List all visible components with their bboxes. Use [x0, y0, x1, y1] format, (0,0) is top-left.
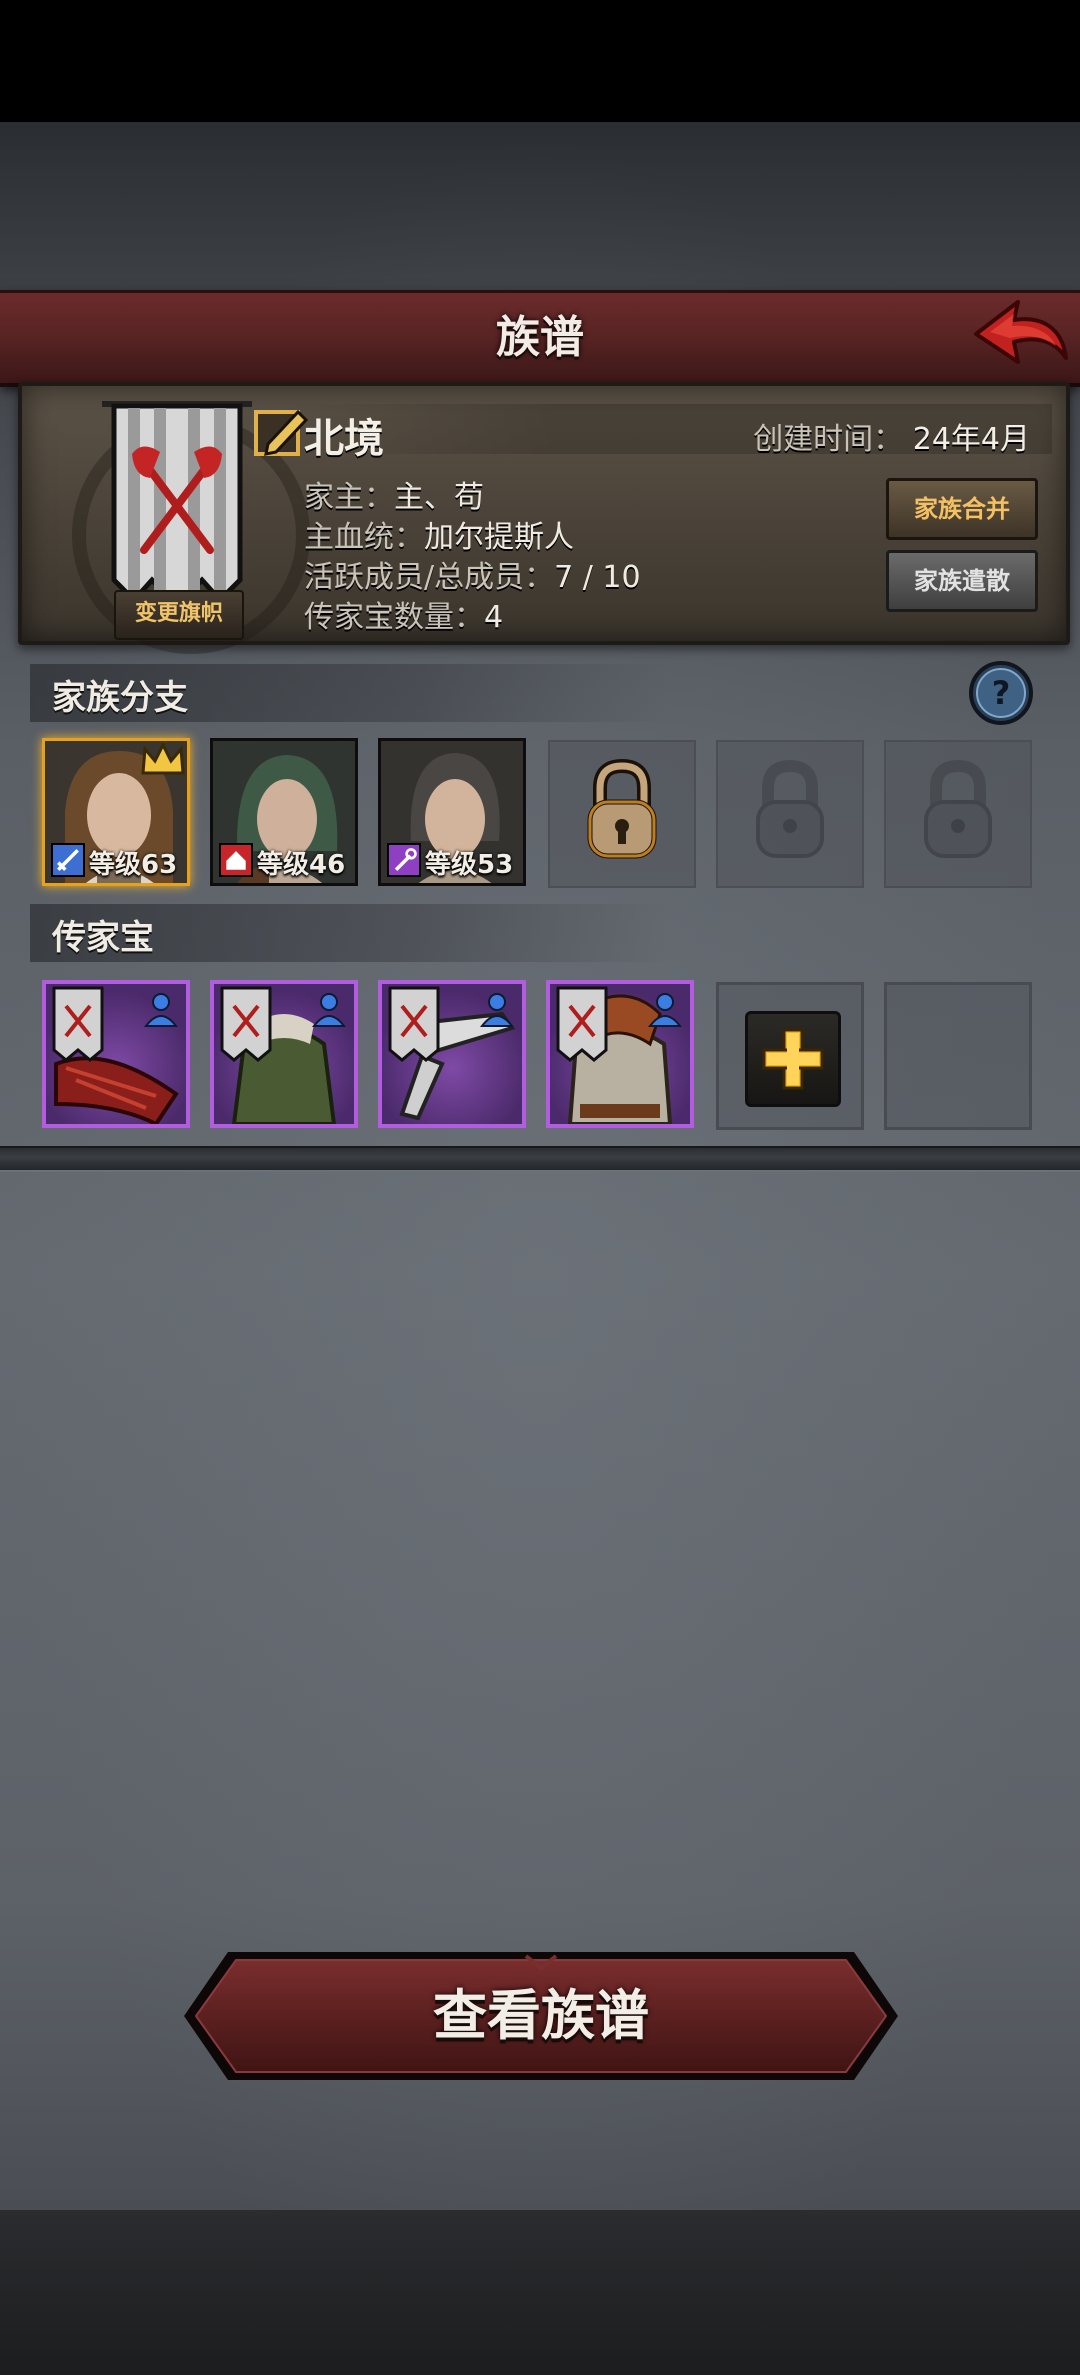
family-banner-mini-icon: [388, 986, 440, 1062]
created-label: 创建时间：: [753, 422, 904, 457]
heirloom-slot-3[interactable]: [378, 980, 526, 1128]
padlock-icon: [924, 759, 992, 858]
page-title: 族谱: [496, 312, 584, 363]
members-line: 活跃成员/总成员：7 / 10: [304, 552, 641, 596]
member-level-2: 等级46: [257, 850, 346, 880]
family-banner-icon[interactable]: [102, 400, 252, 615]
locked-slot-1[interactable]: [548, 740, 696, 888]
member-level-3: 等级53: [425, 850, 514, 880]
disband-family-button[interactable]: 家族遣散: [886, 550, 1038, 612]
family-banner-mini-icon: [556, 986, 608, 1062]
bottom-bar-area: [0, 2210, 1080, 2375]
person-icon: [143, 993, 179, 1027]
heirloom-slot-2[interactable]: [210, 980, 358, 1128]
crown-icon: [141, 743, 185, 775]
members-value: 7 / 10: [554, 560, 641, 595]
branches-title: 家族分支: [52, 678, 188, 718]
heirloom-slot-1[interactable]: [42, 980, 190, 1128]
member-slot-3[interactable]: 等级53: [378, 738, 526, 886]
family-head-value: 主、苟: [394, 480, 484, 515]
created-time: 创建时间： 24年4月: [753, 414, 1030, 458]
locked-slot-2: [716, 740, 864, 888]
family-banner-mini-icon: [220, 986, 272, 1062]
svg-text:?: ?: [992, 674, 1011, 712]
locked-slot-3: [884, 740, 1032, 888]
merge-family-button[interactable]: 家族合并: [886, 478, 1038, 540]
padlock-icon: [587, 758, 657, 859]
member-slot-2[interactable]: 等级46: [210, 738, 358, 886]
empty-heirloom-slot: [884, 982, 1032, 1130]
heirloom-count-value: 4: [484, 600, 504, 635]
title-bar: 族谱: [0, 290, 1080, 387]
member-level-1: 等级63: [89, 850, 178, 880]
plus-icon: [762, 1028, 824, 1090]
status-bar-area: [0, 0, 1080, 122]
house-icon: [219, 843, 253, 877]
bloodline-line: 主血统：加尔提斯人: [304, 512, 574, 556]
person-icon: [311, 993, 347, 1027]
heirloom-count-label: 传家宝数量：: [304, 600, 484, 635]
edit-name-icon[interactable]: [252, 404, 310, 462]
view-tree-label: 查看族谱: [433, 1984, 649, 2047]
heirlooms-title: 传家宝: [52, 918, 154, 958]
branches-header: 家族分支: [30, 664, 670, 722]
add-heirloom-slot[interactable]: [716, 982, 864, 1130]
padlock-icon: [756, 759, 824, 858]
bloodline-value: 加尔提斯人: [424, 520, 574, 555]
family-banner-mini-icon: [52, 986, 104, 1062]
created-value: 24年4月: [912, 422, 1030, 457]
person-icon: [647, 993, 683, 1027]
heirloom-count-line: 传家宝数量：4: [304, 592, 503, 636]
back-arrow-icon[interactable]: [970, 296, 1070, 374]
bloodline-label: 主血统：: [304, 520, 424, 555]
members-label: 活跃成员/总成员：: [304, 560, 555, 595]
member-slot-1[interactable]: 等级63: [42, 738, 190, 886]
heirlooms-header: 传家宝: [30, 904, 670, 962]
family-head-line: 家主：主、苟: [304, 472, 484, 516]
family-info-panel: 变更旗帜 北境 创建时间： 24年4月 家主：主、苟 主血统：加尔提斯人 活跃成…: [18, 382, 1070, 654]
family-name: 北境: [304, 416, 384, 462]
section-divider: [0, 1146, 1080, 1172]
staff-icon: [387, 843, 421, 877]
help-icon[interactable]: ?: [968, 660, 1034, 726]
add-heirloom-button[interactable]: [745, 1011, 841, 1107]
person-icon: [479, 993, 515, 1027]
change-flag-button[interactable]: 变更旗帜: [114, 590, 244, 640]
heirloom-slot-4[interactable]: [546, 980, 694, 1128]
sword-icon: [51, 843, 85, 877]
family-head-label: 家主：: [304, 480, 394, 515]
